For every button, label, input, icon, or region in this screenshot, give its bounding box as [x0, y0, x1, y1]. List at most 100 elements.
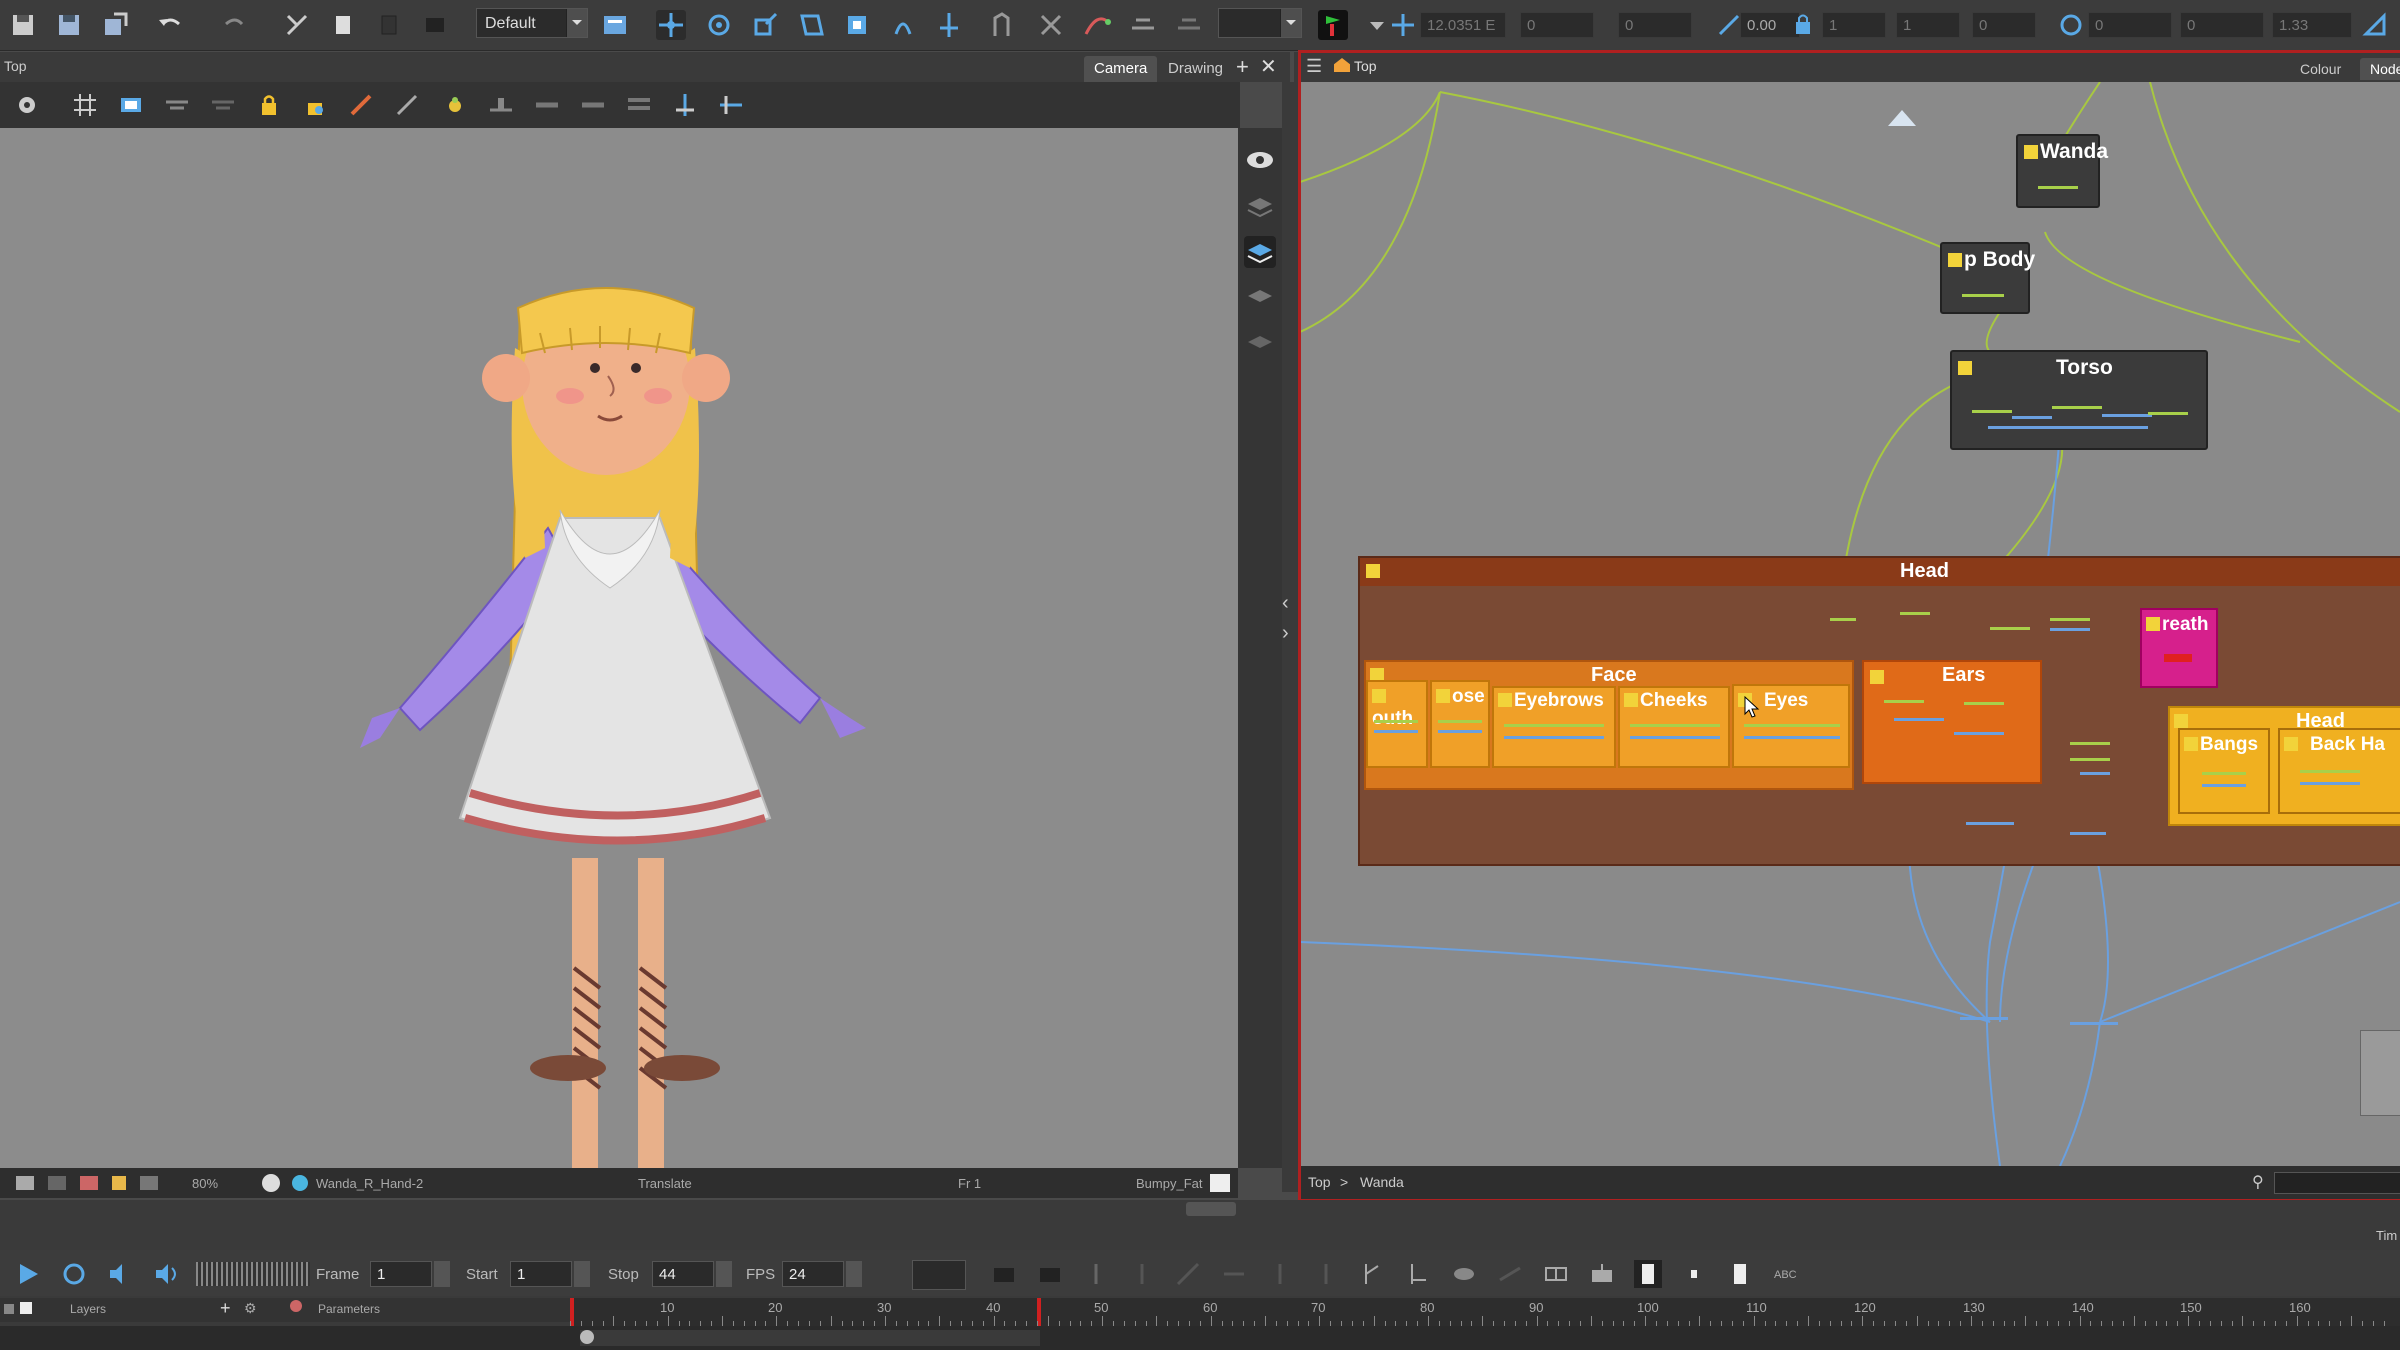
timeline-ruler[interactable]: 10 20 30 40 50 60 70 80 90 100 110 120 130 140 150 160: [570, 1298, 2400, 1326]
timeline-collapse-handle[interactable]: [1186, 1202, 1236, 1216]
start-field[interactable]: 1: [510, 1261, 572, 1287]
full-frame-icon[interactable]: [1726, 1260, 1754, 1288]
search-icon[interactable]: ⚲: [2252, 1172, 2264, 1192]
search-input[interactable]: [2274, 1172, 2400, 1194]
flip-icon[interactable]: [2360, 10, 2390, 40]
field-c[interactable]: 1.33: [2272, 12, 2352, 38]
motion-path-icon[interactable]: [1174, 1260, 1202, 1288]
frame-spinner[interactable]: [434, 1261, 450, 1287]
grid-icon[interactable]: [70, 90, 100, 120]
sound-icon[interactable]: [106, 1260, 134, 1288]
node-view-canvas[interactable]: Wanda p Body Torso Head Face outh ose Ey…: [1300, 82, 2400, 1166]
loop-icon[interactable]: [60, 1260, 88, 1288]
layer-color-picker-icon[interactable]: [290, 1300, 302, 1312]
layer-below-icon[interactable]: [1244, 328, 1276, 360]
flip-horizontal-icon[interactable]: [670, 90, 700, 120]
field-x[interactable]: 0: [1520, 12, 1594, 38]
node-back-hair[interactable]: Back Ha: [2278, 728, 2400, 814]
layer-options-icon[interactable]: ⚙: [244, 1300, 257, 1317]
align-middle-icon[interactable]: [532, 90, 562, 120]
layer-toggle-icon[interactable]: [4, 1304, 14, 1314]
start-spinner[interactable]: [574, 1261, 590, 1287]
stop-spinner[interactable]: [716, 1261, 732, 1287]
layer-stack-icon[interactable]: [1244, 190, 1276, 222]
node-wanda[interactable]: Wanda: [2016, 134, 2108, 208]
node-nose[interactable]: ose: [1430, 680, 1490, 768]
field-y[interactable]: 0: [1618, 12, 1692, 38]
align-top-icon[interactable]: [624, 90, 654, 120]
collapse-right-icon[interactable]: ›: [1282, 622, 1289, 645]
bone-tool-icon[interactable]: [888, 10, 918, 40]
node-body[interactable]: p Body: [1940, 242, 2035, 314]
path-top[interactable]: Top: [1308, 1174, 1331, 1190]
copy-icon[interactable]: [328, 10, 358, 40]
close-view-icon[interactable]: ✕: [1260, 54, 1277, 79]
skew-tool-icon[interactable]: [796, 10, 826, 40]
flip-vertical-icon[interactable]: [716, 90, 746, 120]
rigging-tool-icon[interactable]: [842, 10, 872, 40]
layer-above-icon[interactable]: [1244, 282, 1276, 314]
line-icon[interactable]: [392, 90, 422, 120]
undo-icon[interactable]: [155, 10, 185, 40]
folder-alt-icon[interactable]: [1036, 1260, 1064, 1288]
eye-icon[interactable]: [1244, 144, 1276, 176]
lock-icon[interactable]: [254, 90, 284, 120]
cut-tool-icon[interactable]: [282, 10, 312, 40]
save-icon[interactable]: [54, 10, 84, 40]
navigator-panel[interactable]: [2360, 1030, 2400, 1116]
safe-area-icon[interactable]: [116, 90, 146, 120]
ease-icon[interactable]: [1128, 10, 1158, 40]
timeline-tab-label[interactable]: Tim: [2376, 1228, 2397, 1243]
distribute-icon[interactable]: [578, 90, 608, 120]
keyframe-mode-icon[interactable]: [1318, 10, 1348, 40]
field-rotation[interactable]: 12.0351 E: [1420, 12, 1506, 38]
lip-sync-icon[interactable]: ABC: [1772, 1260, 1800, 1288]
extend-alt-icon[interactable]: [1312, 1260, 1340, 1288]
delete-icon[interactable]: [420, 10, 450, 40]
path-wanda[interactable]: Wanda: [1360, 1174, 1404, 1190]
bezier-icon[interactable]: [1082, 10, 1112, 40]
ik-tool-icon[interactable]: [934, 10, 964, 40]
lock-status-icon[interactable]: [112, 1176, 126, 1190]
reset-view-icon[interactable]: [140, 1176, 158, 1190]
extend-icon[interactable]: [1266, 1260, 1294, 1288]
paint-bucket-icon[interactable]: [440, 90, 470, 120]
fps-spinner[interactable]: [846, 1261, 862, 1287]
field-b[interactable]: 0: [2180, 12, 2264, 38]
camera-canvas[interactable]: [0, 128, 1238, 1168]
expose-icon[interactable]: [1542, 1260, 1570, 1288]
add-layer-icon[interactable]: +: [220, 1298, 231, 1319]
small-frame-icon[interactable]: [1680, 1260, 1708, 1288]
home-icon[interactable]: [1334, 58, 1350, 72]
range-start-icon[interactable]: [580, 1330, 594, 1344]
onion-icon[interactable]: [80, 1176, 98, 1190]
keyframe-remove-icon[interactable]: [1404, 1260, 1432, 1288]
menu-icon[interactable]: ☰: [1306, 56, 1322, 77]
lock-scale-icon[interactable]: [1788, 10, 1818, 40]
node-breath[interactable]: reath: [2140, 608, 2218, 688]
field-scale-y[interactable]: 1: [1896, 12, 1960, 38]
node-mouth[interactable]: outh: [1366, 680, 1428, 768]
play-icon[interactable]: [14, 1260, 42, 1288]
peg-icon[interactable]: [1082, 1260, 1110, 1288]
color-swatch-icon[interactable]: [262, 1174, 280, 1192]
node-cheeks[interactable]: Cheeks: [1618, 686, 1730, 768]
workspace-select[interactable]: Default: [476, 8, 588, 38]
rotate-tool-icon[interactable]: [704, 10, 734, 40]
redo-icon[interactable]: [220, 10, 250, 40]
node-breadcrumb[interactable]: Top: [1354, 58, 1377, 74]
tween-icon[interactable]: [1496, 1260, 1524, 1288]
zoom-level[interactable]: 80%: [192, 1176, 218, 1191]
gear-icon[interactable]: [12, 90, 42, 120]
add-tab-icon[interactable]: +: [1236, 54, 1249, 80]
playback-speed-slider[interactable]: [196, 1262, 310, 1286]
tab-camera[interactable]: Camera: [1084, 56, 1158, 82]
workspace-manager-icon[interactable]: [600, 10, 630, 40]
save-all-icon[interactable]: [8, 10, 38, 40]
palette-swatch[interactable]: [1210, 1174, 1230, 1192]
unlock-icon[interactable]: [300, 90, 330, 120]
motion-icon[interactable]: [1174, 10, 1204, 40]
light-table-icon[interactable]: [208, 90, 238, 120]
pencil-icon[interactable]: [346, 90, 376, 120]
mask-icon[interactable]: [48, 1176, 66, 1190]
